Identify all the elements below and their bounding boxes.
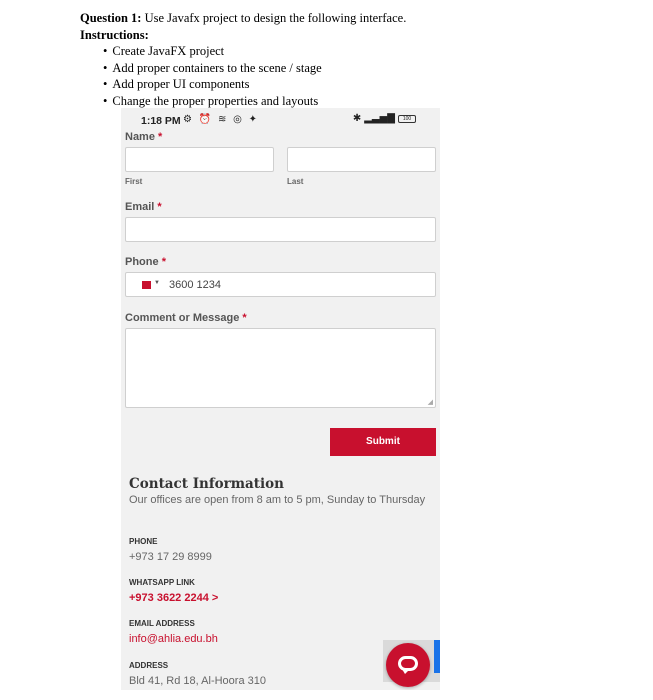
- phone-screenshot: 1:18 PM ⚙ ⏰ ≋ ◎ ✦ ✱ ▂▃▅▇ 100 Name * Firs…: [121, 108, 440, 690]
- chat-side-tab[interactable]: [434, 640, 440, 673]
- question-block: Question 1: Use Javafx project to design…: [80, 10, 640, 109]
- whatsapp-link[interactable]: +973 3622 2244 >: [129, 592, 218, 604]
- chat-bubble-tail: [402, 669, 410, 674]
- contact-title: Contact Information: [129, 476, 284, 492]
- signal-icon: ▂▃▅▇: [364, 113, 395, 124]
- instruction-item: Change the proper properties and layouts: [103, 93, 640, 110]
- status-bar: 1:18 PM ⚙ ⏰ ≋ ◎ ✦ ✱ ▂▃▅▇ 100: [121, 108, 440, 130]
- question-text: Use Javafx project to design the followi…: [141, 11, 407, 25]
- notification-icons: ⚙ ⏰ ≋ ◎ ✦: [183, 114, 260, 125]
- instruction-item: Add proper UI components: [103, 76, 640, 93]
- status-time: 1:18 PM: [141, 115, 181, 127]
- question-line: Question 1: Use Javafx project to design…: [80, 10, 640, 27]
- chevron-down-icon[interactable]: ▼: [154, 280, 160, 286]
- phone-heading: PHONE: [129, 537, 158, 546]
- comment-label: Comment or Message *: [125, 312, 247, 324]
- first-name-input[interactable]: [125, 147, 274, 172]
- phone-input[interactable]: ▼ 3600 1234: [125, 272, 436, 297]
- instructions-label: Instructions:: [80, 27, 149, 42]
- first-sublabel: First: [125, 177, 143, 186]
- comment-textarea[interactable]: ◢: [125, 328, 436, 408]
- phone-number: +973 17 29 8999: [129, 551, 212, 563]
- email-label: Email *: [125, 201, 162, 213]
- submit-button[interactable]: Submit: [330, 428, 436, 456]
- chat-button[interactable]: [386, 643, 430, 687]
- country-flag-icon[interactable]: [139, 281, 151, 289]
- chat-widget: [383, 640, 440, 687]
- bluetooth-icon: ✱: [352, 113, 362, 124]
- phone-label: Phone *: [125, 256, 166, 268]
- instruction-list: Create JavaFX project Add proper contain…: [103, 43, 640, 109]
- email-heading: EMAIL ADDRESS: [129, 619, 195, 628]
- instruction-item: Create JavaFX project: [103, 43, 640, 60]
- phone-value: 3600 1234: [169, 279, 221, 291]
- last-sublabel: Last: [287, 177, 304, 186]
- last-name-input[interactable]: [287, 147, 436, 172]
- resize-grip-icon[interactable]: ◢: [428, 398, 433, 406]
- whatsapp-heading: WHATSAPP LINK: [129, 578, 195, 587]
- question-label: Question 1:: [80, 11, 142, 25]
- contact-hours: Our offices are open from 8 am to 5 pm, …: [129, 494, 426, 506]
- address-value: Bld 41, Rd 18, Al-Hoora 310: [129, 675, 266, 687]
- system-icons: ✱ ▂▃▅▇ 100: [353, 113, 416, 124]
- email-input[interactable]: [125, 217, 436, 242]
- email-link[interactable]: info@ahlia.edu.bh: [129, 633, 218, 645]
- address-heading: ADDRESS: [129, 661, 169, 670]
- name-label: Name *: [125, 131, 163, 143]
- battery-icon: 100: [398, 114, 416, 123]
- instruction-item: Add proper containers to the scene / sta…: [103, 60, 640, 77]
